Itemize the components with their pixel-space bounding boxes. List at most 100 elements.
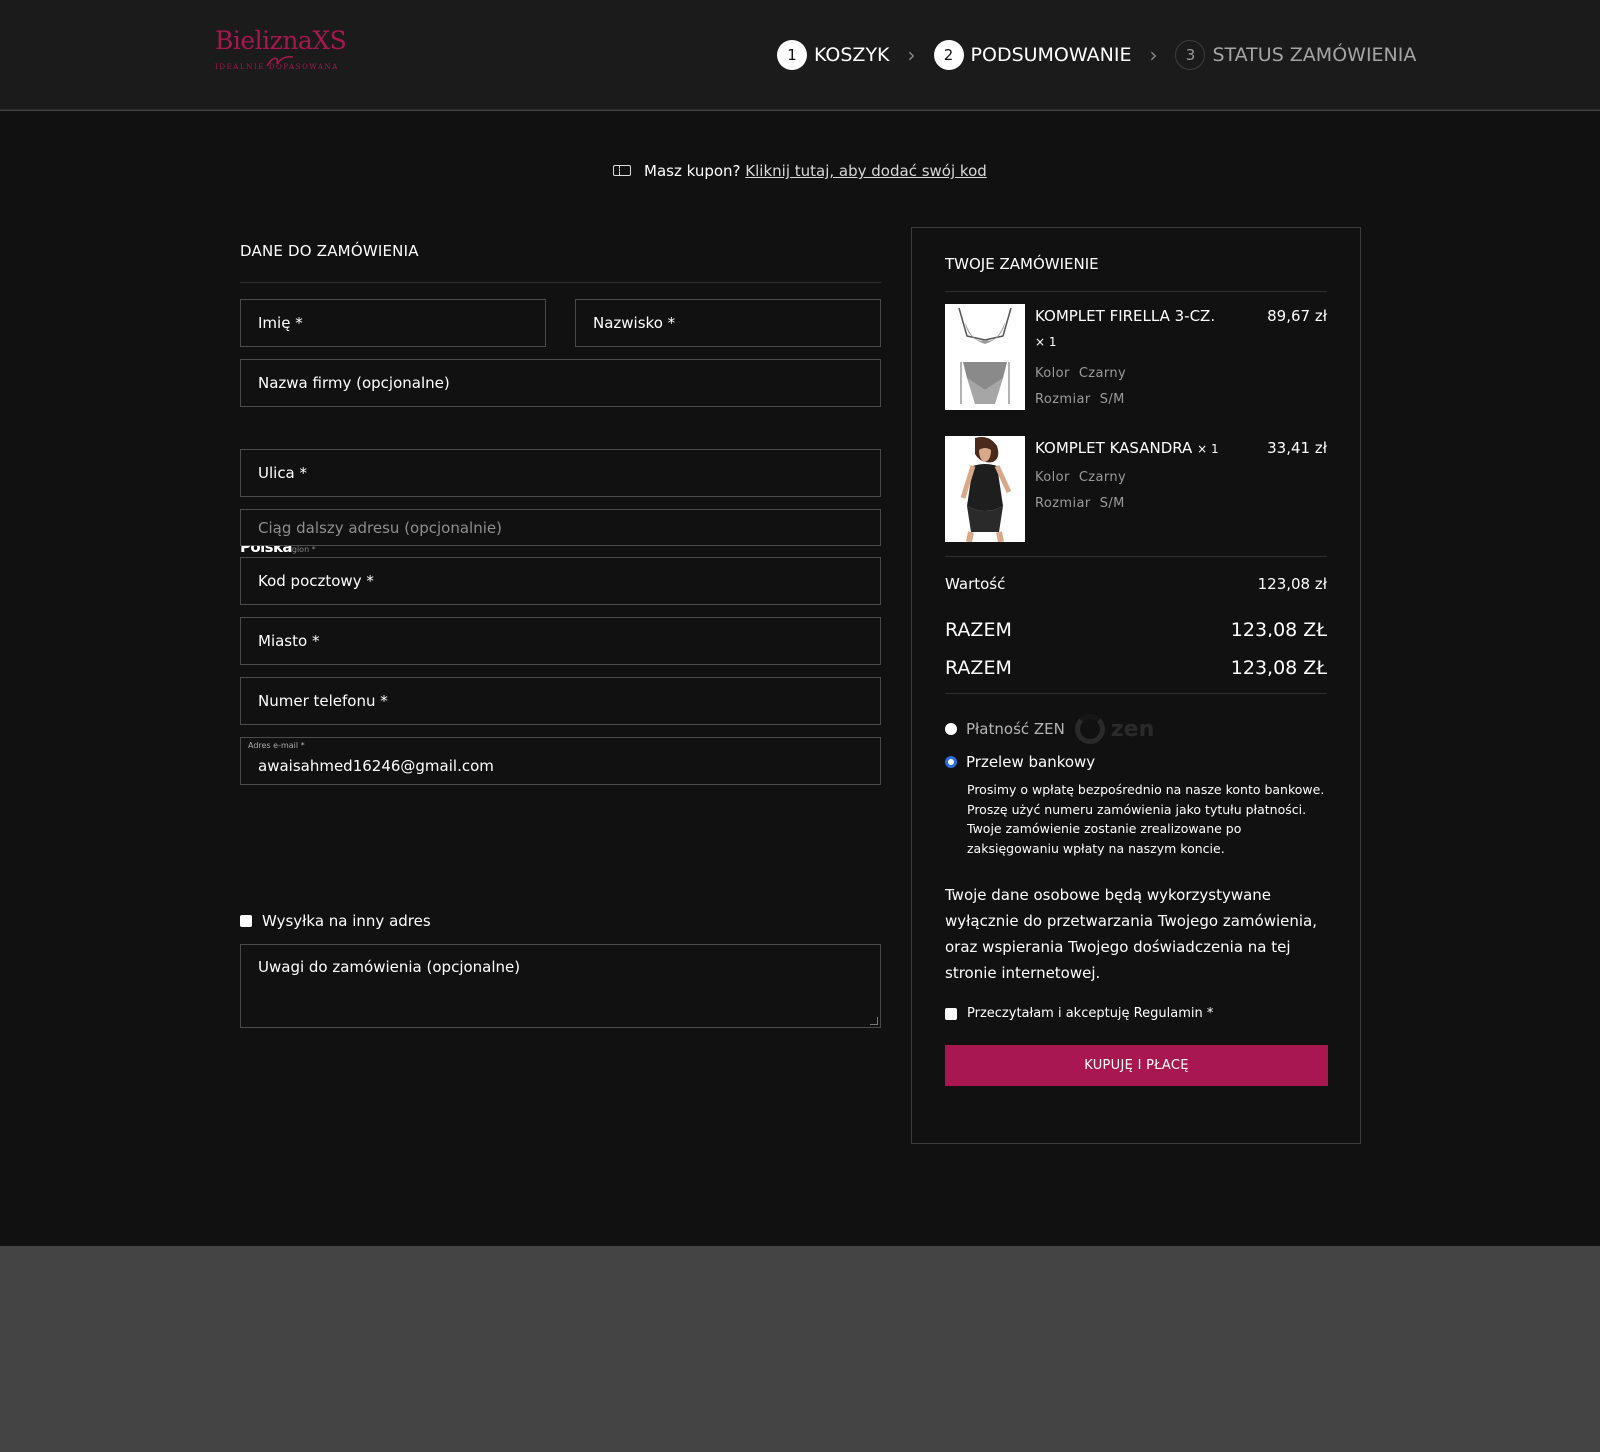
order-notes-label: Uwagi do zamówienia (opcjonalne) (258, 958, 521, 976)
payment-bank-option[interactable]: Przelew bankowy (945, 753, 1327, 771)
payment-zen-label: Płatność ZEN (966, 720, 1065, 738)
checkout-steps: 1 KOSZYK › 2 PODSUMOWANIE › 3 STATUS ZAM… (777, 38, 1416, 72)
order-title: TWOJE ZAMÓWIENIE (945, 228, 1327, 292)
product-image (945, 304, 1025, 410)
product-size: Rozmiar S/M (1035, 496, 1125, 511)
terms-option[interactable]: Przeczytałam i akceptuję Regulamin * (945, 1006, 1327, 1021)
total-row-duplicate: RAZEM 123,08 ZŁ (945, 619, 1327, 637)
lingerie-set-image-icon (945, 304, 1025, 410)
country-label: gion * (291, 545, 316, 554)
terms-checkbox[interactable] (945, 1007, 957, 1020)
buy-button[interactable]: KUPUJĘ I PŁACĘ (945, 1045, 1328, 1086)
product-price: 33,41 zł (1267, 439, 1327, 457)
order-summary: TWOJE ZAMÓWIENIE KOMPLET FIRELLA 3-CZ. ×… (911, 227, 1361, 1144)
step-order-status: 3 STATUS ZAMÓWIENIA (1175, 40, 1416, 70)
address2-placeholder: Ciąg dalszy adresu (opcjonalnie) (258, 518, 502, 537)
color-value: Czarny (1078, 470, 1127, 485)
subtotal-label: Wartość (945, 575, 1006, 593)
total-value: 123,08 ZŁ (1230, 619, 1327, 637)
address2-field[interactable]: Ciąg dalszy adresu (opcjonalnie) (240, 509, 881, 546)
checkout-content: Masz kupon? Kliknij tutaj, aby dodać swó… (0, 111, 1600, 1246)
product-size: Rozmiar S/M (1035, 392, 1125, 407)
step-summary: 2 PODSUMOWANIE (933, 40, 1132, 70)
coupon-notice: Masz kupon? Kliknij tutaj, aby dodać swó… (0, 162, 1600, 180)
product-name-text: KOMPLET KASANDRA (1035, 439, 1193, 457)
total-label: RAZEM (945, 619, 1012, 637)
bank-transfer-description: Prosimy o wpłatę bezpośrednio na nasze k… (967, 782, 1325, 856)
postcode-field[interactable]: Kod pocztowy * (240, 557, 881, 605)
product-qty: × 1 (1197, 442, 1219, 456)
order-item: KOMPLET FIRELLA 3-CZ. × 1 89,67 zł Kolor… (945, 304, 1327, 436)
company-label: Nazwa firmy (opcjonalne) (258, 374, 450, 392)
color-label: Kolor (1035, 470, 1070, 485)
size-label: Rozmiar (1035, 392, 1091, 407)
phone-field[interactable]: Numer telefonu * (240, 677, 881, 725)
first-name-field[interactable]: Imię * (240, 299, 546, 347)
color-value: Czarny (1078, 366, 1127, 381)
subtotal-value: 123,08 zł (1257, 575, 1327, 593)
company-field[interactable]: Nazwa firmy (opcjonalne) (240, 359, 881, 407)
city-label: Miasto * (258, 632, 320, 650)
street-field[interactable]: Ulica * (240, 449, 881, 497)
size-label: Rozmiar (1035, 496, 1091, 511)
coupon-question: Masz kupon? (644, 162, 741, 180)
street-label: Ulica * (258, 464, 308, 482)
total-label: RAZEM (945, 657, 1012, 679)
step-cart[interactable]: 1 KOSZYK (777, 40, 890, 70)
logo-text: BieliznaXS (215, 26, 347, 55)
size-value: S/M (1099, 496, 1125, 511)
ship-different-option[interactable]: Wysyłka na inny adres (240, 912, 431, 930)
step-number: 1 (777, 40, 807, 70)
site-header: BieliznaXS IDEALNIE DOPASOWANA 1 KOSZYK … (0, 0, 1600, 110)
product-image (945, 436, 1025, 542)
product-name-text: KOMPLET FIRELLA 3-CZ. (1035, 307, 1216, 325)
payment-bank-radio[interactable] (945, 756, 957, 768)
product-name: KOMPLET FIRELLA 3-CZ. (1035, 307, 1215, 325)
chevron-right-icon: › (1149, 43, 1158, 67)
first-name-label: Imię * (258, 314, 303, 332)
total-value: 123,08 ZŁ (1230, 657, 1327, 679)
billing-title: DANE DO ZAMÓWIENIA (240, 233, 881, 283)
order-notes-field[interactable]: Uwagi do zamówienia (opcjonalne) (240, 944, 881, 1028)
product-qty: × 1 (1035, 335, 1057, 349)
last-name-label: Nazwisko * (593, 314, 676, 332)
product-price: 89,67 zł (1267, 307, 1327, 325)
step-label: STATUS ZAMÓWIENIA (1212, 44, 1417, 66)
email-label: Adres e-mail * (248, 741, 305, 750)
postcode-label: Kod pocztowy * (258, 572, 374, 590)
resize-handle-icon[interactable] (870, 1017, 878, 1025)
coupon-link[interactable]: Kliknij tutaj, aby dodać swój kod (745, 162, 986, 180)
total-row: RAZEM 123,08 ZŁ (945, 657, 1327, 679)
size-value: S/M (1099, 392, 1125, 407)
payment-zen-radio[interactable] (945, 723, 957, 735)
payment-zen-option[interactable]: Płatność ZEN zen (945, 714, 1327, 744)
city-field[interactable]: Miasto * (240, 617, 881, 665)
subtotal-row: Wartość 123,08 zł (945, 575, 1327, 593)
step-label: KOSZYK (814, 44, 890, 66)
billing-form: DANE DO ZAMÓWIENIA Imię * Nazwisko * Naz… (240, 233, 881, 1028)
step-number: 3 (1175, 40, 1206, 70)
color-label: Kolor (1035, 366, 1070, 381)
logo-swash-icon (266, 56, 294, 67)
step-label: PODSUMOWANIE (970, 44, 1132, 66)
chevron-right-icon: › (907, 43, 916, 67)
order-item: KOMPLET KASANDRA × 1 33,41 zł Kolor Czar… (945, 436, 1327, 568)
order-divider (945, 693, 1327, 694)
product-color: Kolor Czarny (1035, 366, 1126, 381)
lingerie-model-image-icon (945, 436, 1025, 542)
email-value: awaisahmed16246@gmail.com (258, 757, 494, 775)
email-field[interactable]: Adres e-mail * awaisahmed16246@gmail.com (240, 737, 881, 785)
site-logo[interactable]: BieliznaXS IDEALNIE DOPASOWANA (215, 26, 347, 76)
product-color: Kolor Czarny (1035, 470, 1126, 485)
payment-bank-label: Przelew bankowy (966, 753, 1096, 771)
privacy-notice: Twoje dane osobowe będą wykorzystywane w… (945, 886, 1317, 982)
terms-label: Przeczytałam i akceptuję Regulamin * (967, 1006, 1214, 1021)
step-number: 2 (933, 40, 964, 70)
last-name-field[interactable]: Nazwisko * (575, 299, 881, 347)
product-name: KOMPLET KASANDRA × 1 (1035, 439, 1219, 457)
zen-logo-icon: zen (1074, 714, 1154, 744)
ticket-icon (613, 165, 632, 176)
phone-label: Numer telefonu * (258, 692, 388, 710)
ship-different-label: Wysyłka na inny adres (262, 912, 431, 930)
ship-different-checkbox[interactable] (240, 915, 252, 927)
